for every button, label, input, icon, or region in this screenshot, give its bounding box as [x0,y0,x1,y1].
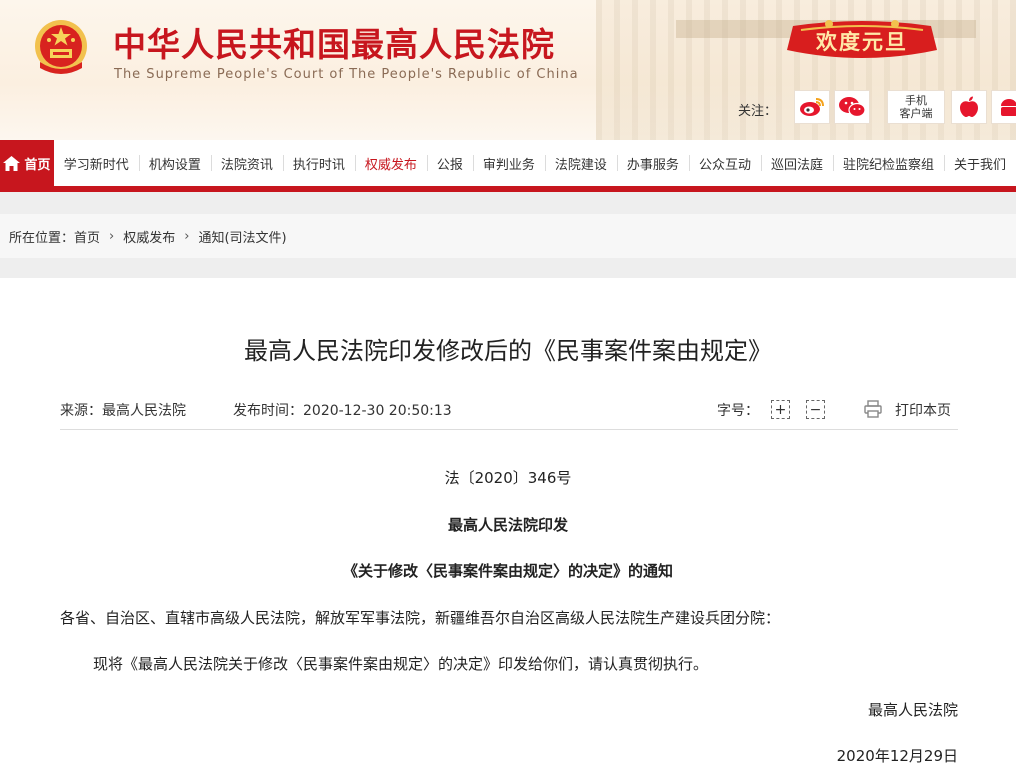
nav-item-public-interaction[interactable]: 公众互动 [688,140,761,186]
nav-item-organization[interactable]: 机构设置 [138,140,211,186]
font-size-label: 字号： [717,403,759,419]
font-decrease-button[interactable]: − [806,400,825,419]
mobile-client-label: 手机 客户端 [900,94,933,120]
new-year-banner-text: 欢度元旦 [816,30,908,54]
apple-icon [960,96,978,117]
spacer-bottom [0,258,1016,278]
nav-item-gazette[interactable]: 公报 [426,140,473,186]
breadcrumb-authoritative-release[interactable]: 权威发布 [123,227,175,246]
nav-item-about-us[interactable]: 关于我们 [943,140,1016,186]
main-nav: 首页 学习新时代 机构设置 法院资讯 执行时讯 权威发布 公报 审判业务 法院建… [0,140,1016,192]
notice-heading-line2: 《关于修改〈民事案件案由规定〉的决定》的通知 [342,562,673,580]
wechat-icon [839,97,866,118]
body-paragraph: 现将《最高人民法院关于修改〈民事案件案由规定〉的决定》印发给你们，请认真贯彻执行… [93,655,709,673]
nav-item-court-news[interactable]: 法院资讯 [210,140,283,186]
article-publish-time: 发布时间：2020-12-30 20:50:13 [233,403,452,419]
nav-item-trial-business[interactable]: 审判业务 [472,140,545,186]
printer-icon[interactable] [863,399,883,419]
new-year-banner[interactable]: 欢度元旦 [783,20,941,62]
document-number: 法〔2020〕346号 [444,469,572,487]
font-increase-button[interactable]: + [771,400,790,419]
site-title[interactable]: 中华人民共和国最高人民法院 [113,18,555,66]
site-header: 中华人民共和国最高人民法院 The Supreme People's Court… [0,0,1016,140]
signature-date: 2020年12月29日 [836,747,958,765]
follow-label: 关注： [738,104,778,119]
spacer-top [0,192,1016,214]
national-emblem-icon[interactable] [32,18,90,80]
breadcrumb-label: 所在位置： [9,230,75,246]
nav-item-circuit-court[interactable]: 巡回法庭 [760,140,833,186]
mobile-client-button[interactable]: 手机 客户端 [887,90,945,124]
signature: 最高人民法院 [867,701,958,719]
print-page-button[interactable]: 打印本页 [895,400,951,420]
article-source: 来源：最高人民法院 [60,403,186,419]
nav-item-court-construction[interactable]: 法院建设 [544,140,617,186]
nav-item-study[interactable]: 学习新时代 [54,140,139,186]
android-button[interactable] [991,90,1016,124]
home-icon [3,155,21,171]
chevron-right-icon: › [184,228,190,244]
site-subtitle: The Supreme People's Court of The People… [114,67,579,82]
mobile-client-label-line2: 客户端 [899,107,933,120]
nav-item-execution-news[interactable]: 执行时讯 [282,140,355,186]
nav-home[interactable]: 首页 [0,140,54,186]
article-title: 最高人民法院印发修改后的《民事案件案由规定》 [244,337,772,365]
breadcrumb-home[interactable]: 首页 [74,227,100,246]
salutation-paragraph: 各省、自治区、直辖市高级人民法院，解放军军事法院，新疆维吾尔自治区高级人民法院生… [60,609,781,627]
breadcrumb-notice[interactable]: 通知(司法文件) [198,227,286,246]
apple-button[interactable] [951,90,987,124]
breadcrumb: 所在位置： 首页 › 权威发布 › 通知(司法文件) [0,214,1016,258]
chevron-right-icon: › [109,228,115,244]
nav-item-discipline-group[interactable]: 驻院纪检监察组 [832,140,944,186]
notice-heading-line1: 最高人民法院印发 [447,516,568,534]
android-icon [1001,99,1016,116]
weibo-button[interactable] [794,90,830,124]
meta-divider [60,429,958,430]
nav-item-authoritative-release[interactable]: 权威发布 [354,140,427,186]
wechat-button[interactable] [834,90,870,124]
nav-item-services[interactable]: 办事服务 [616,140,689,186]
mobile-client-label-line1: 手机 [905,94,927,107]
weibo-icon [800,98,824,116]
nav-home-label: 首页 [24,157,51,173]
